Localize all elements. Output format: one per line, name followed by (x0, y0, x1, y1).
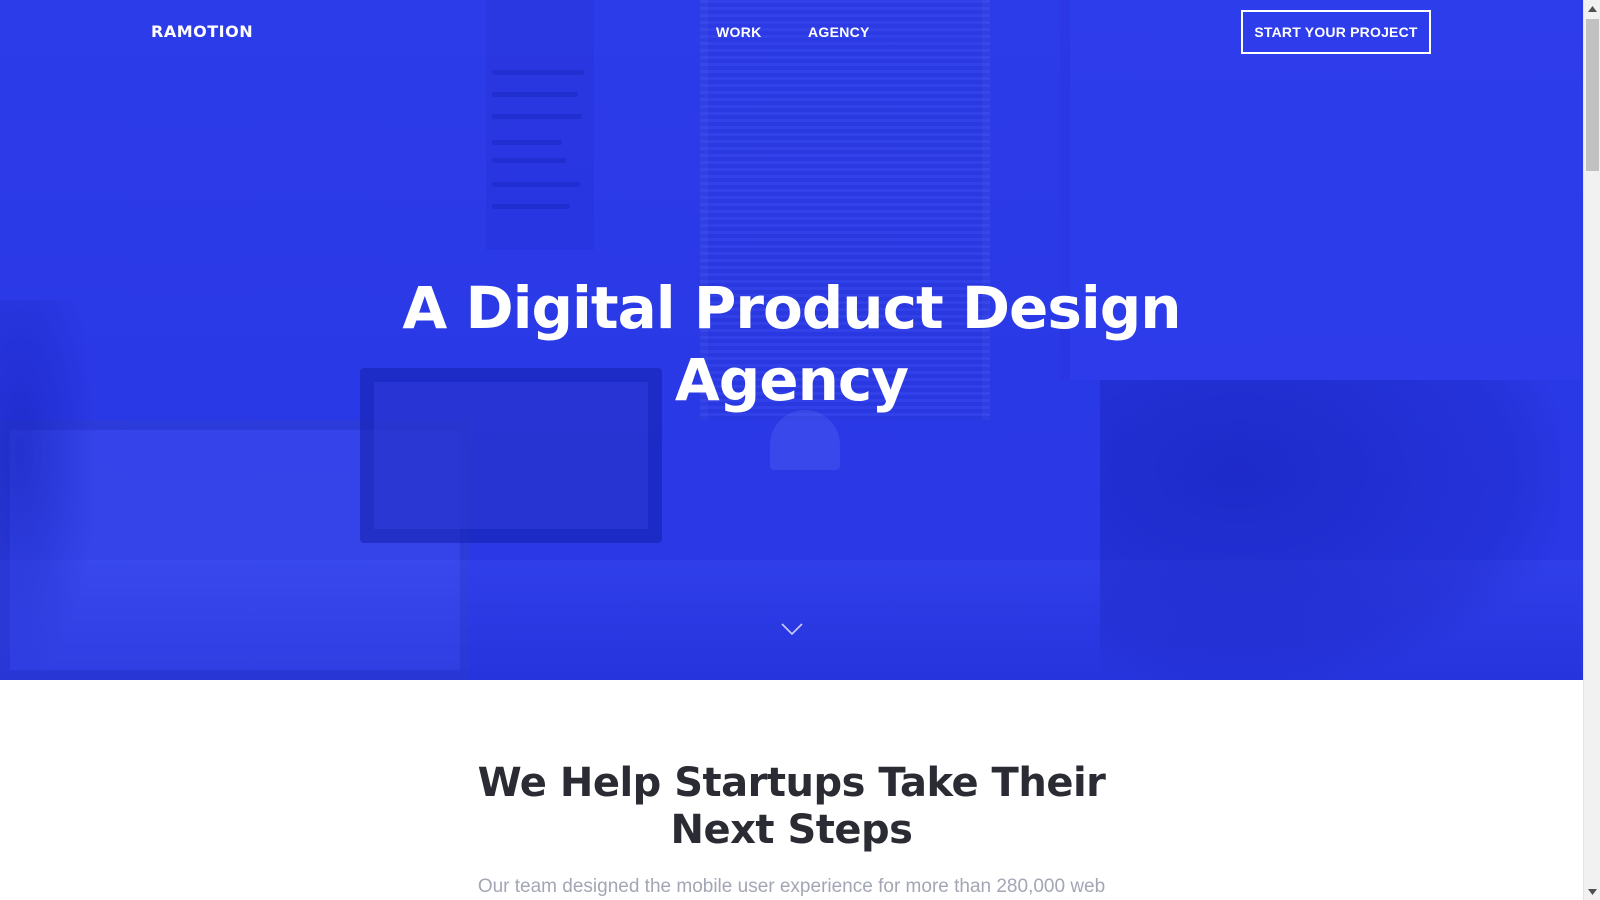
nav-link-agency[interactable]: AGENCY (808, 24, 870, 40)
section-title-line-2: Next Steps (670, 807, 913, 853)
chevron-down-icon[interactable] (781, 622, 803, 636)
section-description: Our team designed the mobile user experi… (477, 876, 1106, 897)
scrollbar-thumb[interactable] (1586, 19, 1599, 171)
page: RAMOTION WORK AGENCY START YOUR PROJECT … (0, 0, 1583, 900)
ramotion-logo[interactable]: RAMOTION (151, 22, 253, 41)
vertical-scrollbar[interactable] (1583, 0, 1600, 900)
start-your-project-button[interactable]: START YOUR PROJECT (1241, 10, 1431, 54)
top-navigation: RAMOTION WORK AGENCY START YOUR PROJECT (0, 0, 1583, 64)
intro-section: We Help Startups Take Their Next Steps O… (0, 680, 1583, 900)
hero-title: A Digital Product Design Agency (0, 272, 1583, 416)
hero-section: RAMOTION WORK AGENCY START YOUR PROJECT … (0, 0, 1583, 680)
nav-link-work[interactable]: WORK (716, 24, 762, 40)
hero-title-line-2: Agency (674, 346, 909, 414)
section-title-line-1: We Help Startups Take Their (477, 760, 1106, 806)
section-title: We Help Startups Take Their Next Steps (0, 760, 1583, 854)
scroll-up-arrow-icon[interactable] (1584, 0, 1600, 17)
scroll-down-arrow-icon[interactable] (1584, 883, 1600, 900)
hero-title-line-1: A Digital Product Design (402, 274, 1181, 342)
